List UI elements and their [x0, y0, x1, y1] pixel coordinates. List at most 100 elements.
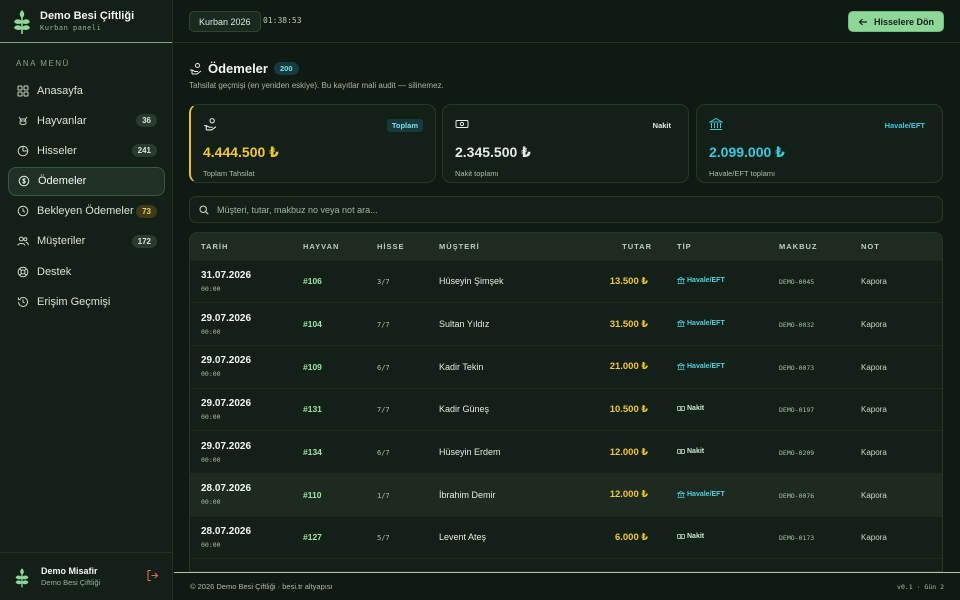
column-header-amount[interactable]: TUTAR — [553, 233, 666, 260]
share-value: 3/7 — [377, 278, 390, 287]
users-icon — [17, 237, 29, 247]
animal-cell[interactable]: #104 — [292, 302, 366, 346]
share-value: 7/7 — [377, 406, 390, 415]
share-cell: 1/7 — [366, 472, 428, 517]
table-row[interactable]: 28.07.2026 00:00 #110 1/7 İbrahim Demir 12.00… — [190, 472, 942, 517]
animal-cell[interactable]: #127 — [292, 515, 366, 559]
receipt-no: DEMO-0045 — [779, 278, 815, 287]
hand-coins-icon — [190, 63, 202, 75]
customer-name: Hüseyin Şimşek — [439, 276, 504, 287]
animal-cell[interactable]: #106 — [292, 259, 366, 303]
animal-cell[interactable]: #131 — [292, 387, 366, 431]
count-badge: 172 — [131, 234, 157, 248]
animal-id[interactable]: #110 — [303, 490, 321, 500]
footer: © 2026 Demo Besi Çiftliği · besi.tr alty… — [174, 572, 960, 600]
date-cell: 29.07.2026 00:00 — [190, 344, 292, 389]
customer-name: Hüseyin Erdem — [439, 447, 501, 458]
search-input[interactable] — [217, 204, 917, 215]
card-tag: Toplam — [386, 119, 423, 132]
receipt-cell: DEMO-0045 — [768, 259, 850, 303]
receipt-cell: DEMO-0197 — [768, 387, 850, 431]
sidebar-item-destek[interactable]: Destek — [8, 257, 165, 286]
back-to-shares-button[interactable]: Hisselere Dön — [847, 11, 944, 32]
animal-id[interactable]: #131 — [303, 404, 322, 414]
sidebar-item-label: Ödemeler — [38, 175, 87, 188]
payment-date: 29.07.2026 — [201, 355, 252, 367]
animal-cell[interactable]: #134 — [292, 430, 366, 474]
animal-cell[interactable]: #109 — [292, 344, 366, 389]
table-row[interactable]: 29.07.2026 00:00 #131 7/7 Kadir Güneş 10.500 … — [190, 387, 942, 431]
type-cell: Havale/EFT — [666, 302, 768, 346]
customer-cell: Kadir Güneş — [428, 387, 553, 431]
type-cell: Nakit — [666, 430, 768, 474]
share-value: 6/7 — [377, 363, 390, 372]
sidebar-item-odemeler[interactable]: Ödemeler — [8, 166, 165, 196]
type-cell: Havale/EFT — [666, 344, 768, 389]
date-cell: 28.07.2026 00:00 — [190, 515, 292, 559]
column-header-date[interactable]: TARİH — [190, 233, 292, 260]
payment-time: 00:00 — [201, 412, 221, 421]
sidebar-item-anasayfa[interactable]: Anasayfa — [8, 76, 165, 105]
share-cell: 5/7 — [366, 515, 428, 559]
amount-cell: 6.000 ₺ — [553, 515, 666, 559]
animal-id[interactable]: #104 — [303, 319, 322, 329]
card-label: Nakit toplamı — [455, 169, 499, 178]
cash-total-card: Nakit 2.345.500 ₺ Nakit toplamı — [442, 104, 689, 183]
column-header-type[interactable]: TİP — [666, 233, 768, 260]
card-label: Havale/EFT toplamı — [709, 169, 776, 178]
animal-id[interactable]: #106 — [303, 276, 322, 286]
receipt-no: DEMO-0209 — [779, 449, 815, 458]
table-row[interactable]: 28.07.2026 00:00 #127 5/7 Levent Ateş 6.000 ₺… — [190, 515, 942, 559]
note-cell: Kapora — [850, 387, 942, 431]
brand[interactable]: Demo Besi Çiftliği Kurban paneli — [0, 0, 172, 43]
table-row[interactable]: 29.07.2026 00:00 #109 6/7 Kadir Tekin 21.000 … — [190, 344, 942, 389]
receipt-cell — [768, 558, 850, 571]
column-header-note[interactable]: NOT — [850, 233, 942, 260]
search-box[interactable] — [189, 196, 943, 223]
sidebar-item-hayvanlar[interactable]: Hayvanlar 36 — [8, 106, 165, 135]
brand-name: Demo Besi Çiftliği — [40, 10, 135, 22]
customer-cell: Kadir Tekin — [428, 344, 553, 389]
note-cell: Kapora — [850, 515, 942, 559]
animal-id[interactable]: #109 — [303, 362, 322, 372]
animal-id[interactable]: #127 — [303, 532, 322, 542]
payment-time: 00:00 — [201, 284, 221, 293]
sidebar-nav: Anasayfa Hayvanlar 36 Hisseler 241 Ödeme… — [8, 76, 165, 318]
column-header-share[interactable]: HİSSE — [366, 233, 428, 260]
payment-time: 00:00 — [201, 455, 221, 464]
cow-icon — [18, 116, 28, 125]
amount-cell: 10.500 ₺ — [553, 387, 666, 431]
user-name: Demo Misafir — [41, 566, 98, 576]
table-row[interactable]: 29.07.2026 00:00 #104 7/7 Sultan Yıldız 31.50… — [190, 302, 942, 346]
menu-label: ANA MENÜ — [16, 59, 70, 68]
sidebar-item-label: Anasayfa — [37, 84, 83, 97]
animal-cell[interactable]: #110 — [292, 472, 366, 517]
payment-type-badge: Havale/EFT — [677, 277, 725, 284]
type-cell: Havale/EFT — [666, 472, 768, 517]
column-header-animal[interactable]: HAYVAN — [292, 233, 366, 260]
payment-type-badge: Havale/EFT — [677, 363, 725, 370]
note-cell: Kapora — [850, 430, 942, 474]
logout-icon[interactable] — [146, 569, 159, 582]
share-value: 5/7 — [377, 534, 390, 543]
column-header-customer[interactable]: MÜŞTERİ — [428, 233, 553, 260]
table-row[interactable]: 31.07.2026 00:00 #106 3/7 Hüseyin Şimşek 13.5… — [190, 259, 942, 303]
dollar-circle-icon — [18, 175, 30, 187]
sidebar-item-bekleyen-odemeler[interactable]: Bekleyen Ödemeler 73 — [8, 197, 165, 226]
bank-icon — [677, 277, 685, 285]
season-badge[interactable]: Kurban 2026 — [189, 11, 261, 32]
main-content: Ödemeler 200 Tahsilat geçmişi (en yenide… — [174, 44, 960, 572]
type-cell: Nakit — [666, 515, 768, 559]
animal-cell[interactable] — [292, 558, 366, 571]
sidebar-item-hisseler[interactable]: Hisseler 241 — [8, 136, 165, 165]
receipt-no: DEMO-0173 — [779, 534, 815, 543]
sidebar-item-erisim-gecmisi[interactable]: Erişim Geçmişi — [8, 287, 165, 316]
table-row[interactable]: 29.07.2026 00:00 #134 6/7 Hüseyin Erdem 12.00… — [190, 430, 942, 474]
animal-id[interactable]: #134 — [303, 447, 322, 457]
column-header-receipt[interactable]: MAKBUZ — [768, 233, 850, 260]
sidebar-item-musteriler[interactable]: Müşteriler 172 — [8, 227, 165, 256]
note-text: Kapora — [861, 362, 887, 372]
clock: 01:38:53 — [263, 16, 302, 25]
table-row[interactable]: 27.07.2026 — [190, 558, 942, 571]
card-value: 4.444.500 ₺ — [203, 144, 279, 160]
